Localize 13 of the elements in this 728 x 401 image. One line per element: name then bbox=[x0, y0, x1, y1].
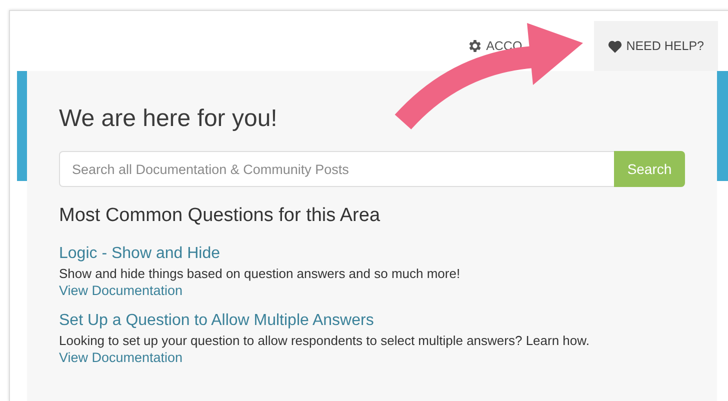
search-button[interactable]: Search bbox=[614, 151, 685, 187]
heart-icon bbox=[608, 40, 622, 52]
section-title: Most Common Questions for this Area bbox=[59, 205, 382, 227]
question-link[interactable]: Set Up a Question to Allow Multiple Answers bbox=[59, 312, 374, 330]
question-description: Show and hide things based on question answers and so much more! bbox=[59, 266, 460, 281]
question-link[interactable]: Logic - Show and Hide bbox=[59, 245, 220, 263]
question-description: Looking to set up your question to allow respondents to select multiple answers? Learn how. bbox=[59, 333, 590, 348]
need-help-tab[interactable]: NEED HELP? bbox=[594, 21, 718, 71]
view-documentation-link[interactable]: View Documentation bbox=[59, 350, 183, 365]
search-field[interactable]: Search all Documentation & Community Posts bbox=[59, 151, 614, 187]
panel-title: We are here for you! bbox=[59, 105, 278, 133]
gear-icon bbox=[467, 38, 484, 54]
view-documentation-link[interactable]: View Documentation bbox=[59, 283, 183, 298]
